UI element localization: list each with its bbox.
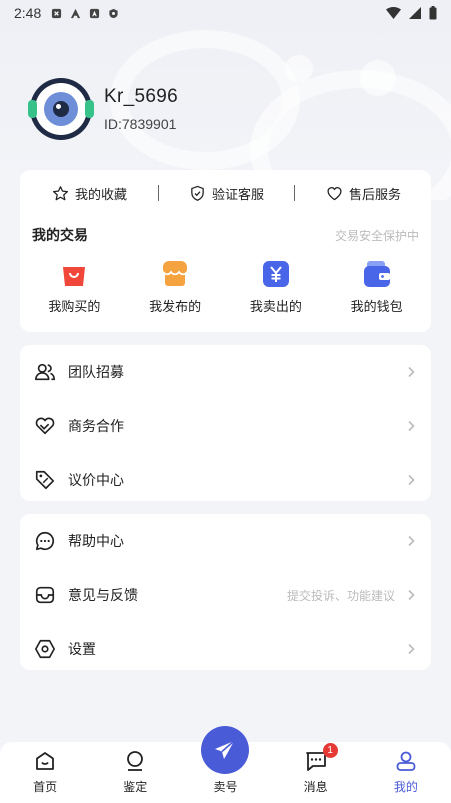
help-center-label: 帮助中心 [68, 533, 124, 549]
favorites-link[interactable]: 我的收藏 [52, 184, 127, 203]
quick-links: 我的收藏 验证客服 售后服务 [20, 170, 431, 216]
shield-check-icon [191, 185, 204, 201]
chevron-right-icon [408, 474, 415, 486]
wallet-icon [363, 260, 391, 288]
sell-fab-button[interactable] [201, 726, 249, 774]
verify-service-label: 验证客服 [211, 186, 264, 202]
bargain-center-label: 议价中心 [68, 472, 124, 488]
team-icon [34, 361, 56, 383]
sold-label: 我卖出的 [249, 299, 302, 314]
business-coop-item[interactable]: 商务合作 [20, 399, 431, 453]
settings-hex-icon [34, 638, 56, 660]
yuan-icon [262, 260, 290, 288]
published-button[interactable]: 我发布的 [127, 260, 223, 315]
purchased-label: 我购买的 [48, 299, 101, 314]
divider [157, 185, 159, 201]
chevron-right-icon [408, 366, 415, 378]
trade-header: 我的交易 交易安全保护中 [20, 226, 431, 244]
user-id: ID:7839901 [104, 116, 177, 132]
wallet-button[interactable]: 我的钱包 [329, 260, 425, 315]
team-recruit-item[interactable]: 团队招募 [20, 345, 431, 399]
after-sales-link[interactable]: 售后服务 [326, 184, 401, 203]
divider [294, 185, 296, 201]
trade-note: 交易安全保护中 [334, 228, 419, 243]
feedback-label: 意见与反馈 [68, 587, 138, 603]
favorites-label: 我的收藏 [75, 186, 128, 202]
nav-home[interactable]: 首页 [10, 749, 80, 795]
shopping-bag-icon [60, 260, 88, 288]
chevron-right-icon [408, 643, 415, 655]
notification-a2-icon [90, 8, 100, 18]
purchased-button[interactable]: 我购买的 [26, 260, 122, 315]
heart-icon [327, 186, 342, 200]
status-bar: 2:48 [0, 0, 451, 26]
business-coop-label: 商务合作 [68, 418, 124, 434]
wallet-label: 我的钱包 [350, 299, 403, 314]
nav-appraise[interactable]: 鉴定 [100, 749, 170, 795]
chevron-right-icon [408, 589, 415, 601]
chevron-right-icon [408, 535, 415, 547]
shop-icon [161, 260, 189, 288]
avatar[interactable] [28, 78, 94, 140]
published-label: 我发布的 [149, 299, 202, 314]
notification-x-icon [52, 8, 62, 18]
nav-appraise-label: 鉴定 [123, 780, 148, 794]
verify-service-link[interactable]: 验证客服 [189, 184, 264, 203]
star-icon [52, 185, 69, 200]
send-icon [215, 740, 235, 759]
wifi-icon [386, 7, 401, 19]
nav-home-label: 首页 [33, 780, 58, 794]
nav-sell-label: 卖号 [213, 780, 238, 794]
chat-help-icon [34, 530, 56, 552]
after-sales-label: 售后服务 [348, 186, 401, 202]
inbox-icon [34, 584, 56, 606]
profile-icon [396, 751, 416, 771]
nav-messages[interactable]: 1 消息 [281, 743, 351, 795]
sold-button[interactable]: 我卖出的 [228, 260, 324, 315]
trade-actions: 我购买的 我发布的 我卖出的 我的钱包 [20, 260, 431, 315]
nav-profile[interactable]: 我的 [371, 749, 441, 795]
notification-a-icon [71, 8, 81, 18]
trade-card: 我的收藏 验证客服 售后服务 我的交易 交易安全保护中 我购买的 我发布的 我卖… [20, 170, 431, 332]
nav-profile-label: 我的 [393, 780, 418, 794]
appraise-icon [127, 751, 144, 771]
chevron-right-icon [408, 420, 415, 432]
settings-label: 设置 [68, 641, 96, 657]
feedback-item[interactable]: 意见与反馈 提交投诉、功能建议 [20, 568, 431, 622]
status-time: 2:48 [14, 5, 42, 21]
home-icon [36, 752, 54, 770]
notification-shield-icon [109, 8, 118, 18]
team-recruit-label: 团队招募 [68, 364, 124, 380]
username: Kr_5696 [104, 86, 178, 107]
settings-item[interactable]: 设置 [20, 622, 431, 676]
trade-title: 我的交易 [32, 227, 88, 243]
signal-icon [409, 7, 421, 19]
menu-card-1: 团队招募 商务合作 议价中心 [20, 345, 431, 501]
profile-header[interactable]: Kr_5696 ID:7839901 [28, 78, 178, 140]
handshake-icon [34, 415, 56, 437]
battery-icon [429, 6, 437, 20]
bargain-center-item[interactable]: 议价中心 [20, 453, 431, 507]
menu-card-2: 帮助中心 意见与反馈 提交投诉、功能建议 设置 [20, 514, 431, 670]
message-badge: 1 [322, 743, 338, 758]
help-center-item[interactable]: 帮助中心 [20, 514, 431, 568]
nav-messages-label: 消息 [303, 780, 328, 794]
feedback-hint: 提交投诉、功能建议 [286, 588, 395, 603]
price-tag-icon [34, 469, 56, 491]
